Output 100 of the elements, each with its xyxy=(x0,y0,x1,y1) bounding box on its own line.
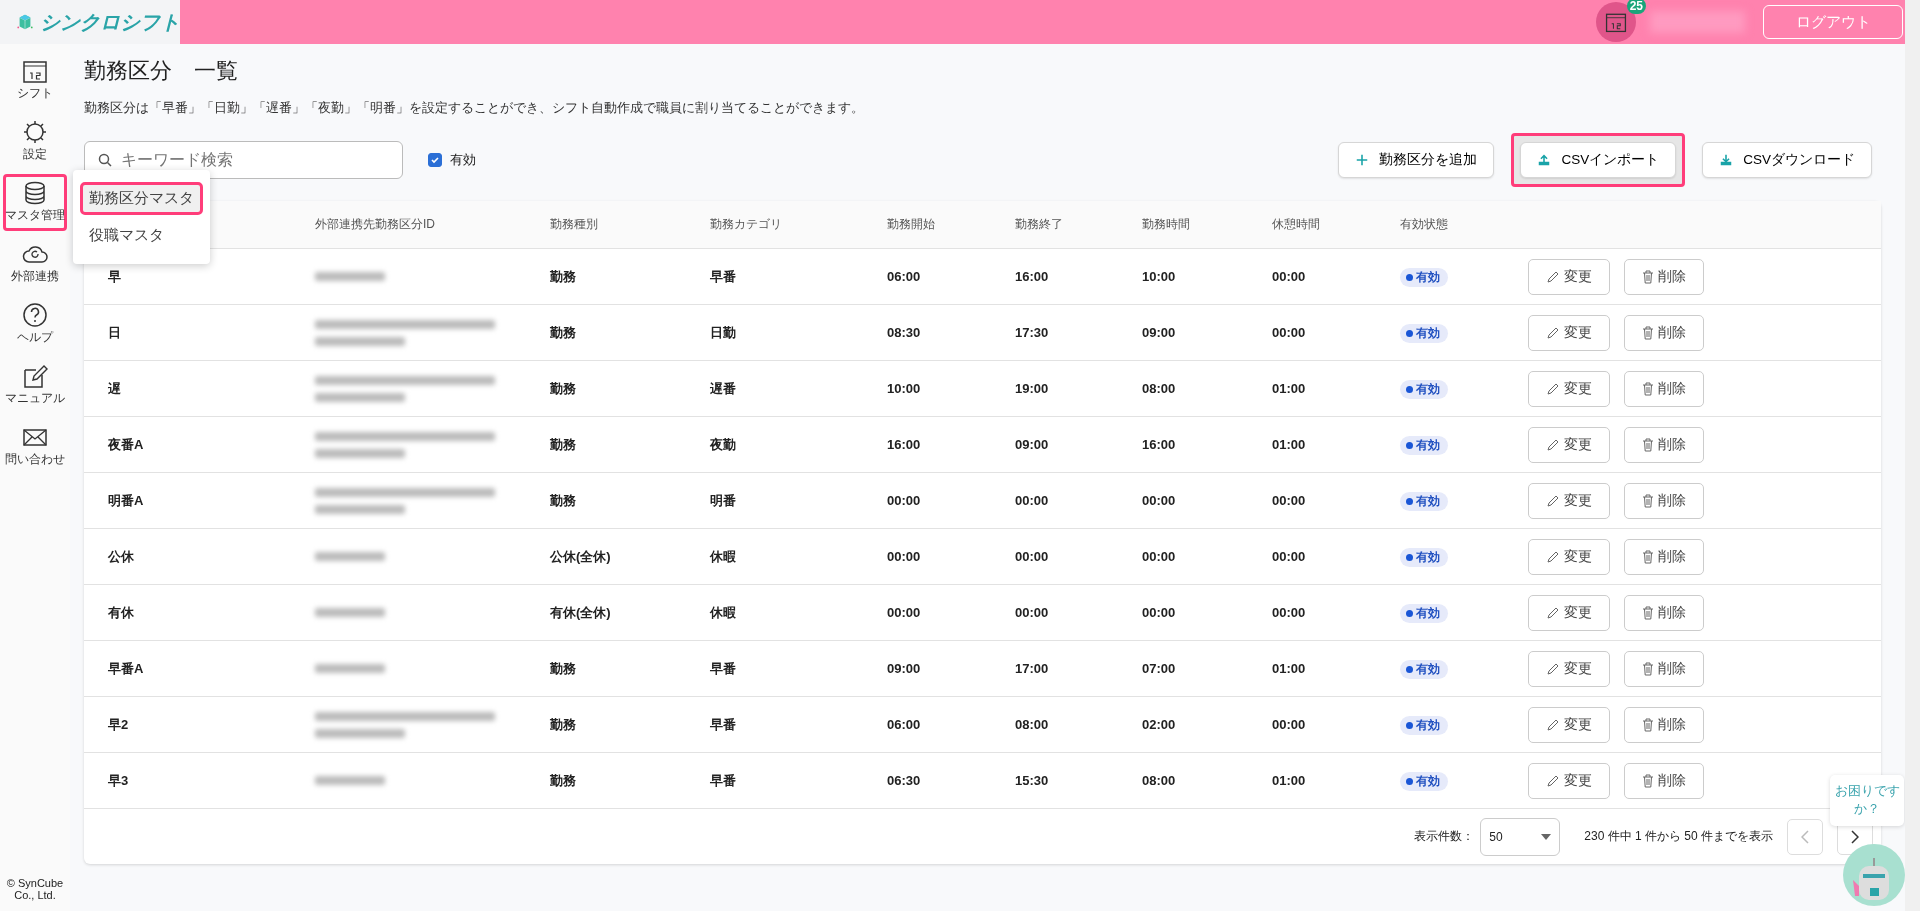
table-cell-text: 16:00 xyxy=(1142,437,1177,452)
column-header: 休憩時間 xyxy=(1272,216,1321,233)
edit-button[interactable]: 変更 xyxy=(1528,370,1610,407)
menu-item[interactable]: 勤務区分マスタ xyxy=(80,182,203,215)
delete-button[interactable]: 削除 xyxy=(1624,314,1704,351)
table-cell-text: 16:00 xyxy=(1015,269,1050,284)
table-cell-text: 早3 xyxy=(108,771,130,790)
table-cell-text: 早2 xyxy=(108,715,130,734)
table-cell-text: 01:00 xyxy=(1272,773,1307,788)
table-cell-text: 休暇 xyxy=(710,547,737,566)
sidebar-item[interactable]: マニュアル xyxy=(3,357,67,414)
table-cell-text: 15:30 xyxy=(1015,773,1050,788)
edit-button[interactable]: 変更 xyxy=(1528,482,1610,519)
table-cell-text: 00:00 xyxy=(887,549,922,564)
table-cell-text: 公休 xyxy=(108,547,135,566)
add-button[interactable]: 勤務区分を追加 xyxy=(1338,142,1495,178)
delete-button[interactable]: 削除 xyxy=(1624,650,1704,687)
trash-icon xyxy=(1642,437,1654,452)
edit-button[interactable]: 変更 xyxy=(1528,426,1610,463)
status-badge: 有効 xyxy=(1400,435,1448,455)
checkmark-icon xyxy=(430,155,440,165)
table-cell-text: 日勤 xyxy=(710,323,737,342)
table-cell-text: 日 xyxy=(108,323,122,342)
delete-button[interactable]: 削除 xyxy=(1624,594,1704,631)
table-cell-text: 早番 xyxy=(710,659,737,678)
table-cell-text: 勤務 xyxy=(550,715,577,734)
table-cell-text: 00:00 xyxy=(1142,493,1177,508)
delete-button[interactable]: 削除 xyxy=(1624,258,1704,295)
delete-button[interactable]: 削除 xyxy=(1624,482,1704,519)
delete-button[interactable]: 削除 xyxy=(1624,538,1704,575)
edit-button[interactable]: 変更 xyxy=(1528,258,1610,295)
trash-icon xyxy=(1642,549,1654,564)
table-cell-text: 17:30 xyxy=(1015,325,1050,340)
delete-button[interactable]: 削除 xyxy=(1624,706,1704,743)
table-cell-text: 02:00 xyxy=(1142,717,1177,732)
table-cell-text: 公休(全休) xyxy=(550,547,612,566)
status-badge: 有効 xyxy=(1400,379,1448,399)
checkbox[interactable] xyxy=(428,153,442,167)
pencil-icon xyxy=(1546,549,1560,564)
edit-button[interactable]: 変更 xyxy=(1528,650,1610,687)
import-button[interactable]: CSVインポート xyxy=(1520,142,1677,178)
edit-button[interactable]: 変更 xyxy=(1528,706,1610,743)
plus-icon xyxy=(1355,153,1370,167)
redacted-text xyxy=(315,776,385,785)
sidebar-item[interactable]: 設定 xyxy=(3,113,67,170)
help-icon xyxy=(21,301,49,329)
table-cell-text: 10:00 xyxy=(1142,269,1177,284)
table-cell-text: 00:00 xyxy=(1272,269,1307,284)
table-cell-text: 17:00 xyxy=(1015,661,1050,676)
search-field[interactable]: キーワード検索 xyxy=(84,141,403,179)
table-cell-text: 00:00 xyxy=(1272,325,1307,340)
status-badge: 有効 xyxy=(1400,323,1448,343)
trash-icon xyxy=(1642,605,1654,620)
robot-avatar-icon[interactable] xyxy=(1843,844,1905,906)
delete-button[interactable]: 削除 xyxy=(1624,762,1704,799)
table-cell-text: 01:00 xyxy=(1272,661,1307,676)
edit-button[interactable]: 変更 xyxy=(1528,762,1610,799)
table-cell-text: 06:30 xyxy=(887,773,922,788)
trash-icon xyxy=(1642,661,1654,676)
sidebar-item[interactable]: 外部連携 xyxy=(3,235,67,292)
search-icon xyxy=(98,153,112,167)
table-cell-text: 明番A xyxy=(108,491,145,510)
per-page-label: 表示件数： xyxy=(1414,828,1475,845)
delete-button[interactable]: 削除 xyxy=(1624,370,1704,407)
table-cell-text: 夜番A xyxy=(108,435,145,454)
table-cell-text: 勤務 xyxy=(550,267,577,286)
table-cell-text: 有休(全休) xyxy=(550,603,612,622)
table-cell-text: 勤務 xyxy=(550,379,577,398)
dropdown-caret-icon xyxy=(1541,833,1552,840)
column-header: 有効状態 xyxy=(1400,216,1449,233)
edit-button[interactable]: 変更 xyxy=(1528,594,1610,631)
table-cell-text: 早番A xyxy=(108,659,145,678)
menu-item[interactable]: 役職マスタ xyxy=(80,219,203,252)
page-title: 勤務区分 一覧 xyxy=(84,57,239,85)
sidebar-item[interactable]: ヘルプ xyxy=(3,296,67,353)
table-cell-text: 勤務 xyxy=(550,323,577,342)
redacted-text xyxy=(315,272,385,281)
pencil-icon xyxy=(1546,773,1560,788)
column-header: 勤務終了 xyxy=(1015,216,1064,233)
redacted-text xyxy=(315,664,385,673)
sidebar-item[interactable]: シフト xyxy=(3,52,67,109)
download-button[interactable]: CSVダウンロード xyxy=(1702,142,1872,178)
delete-button[interactable]: 削除 xyxy=(1624,426,1704,463)
sidebar-item[interactable]: 問い合わせ xyxy=(3,418,67,475)
table-cell-text: 08:00 xyxy=(1142,381,1177,396)
scrollbar[interactable] xyxy=(1905,0,1920,911)
table-cell-text: 勤務 xyxy=(550,659,577,678)
trash-icon xyxy=(1642,381,1654,396)
per-page-select[interactable]: 50 xyxy=(1480,817,1561,856)
edit-button[interactable]: 変更 xyxy=(1528,538,1610,575)
table-cell-text: 06:00 xyxy=(887,717,922,732)
redacted-text xyxy=(315,608,385,617)
table-cell-text: 08:00 xyxy=(1142,773,1177,788)
redacted-text xyxy=(315,552,385,561)
edit-button[interactable]: 変更 xyxy=(1528,314,1610,351)
status-badge: 有効 xyxy=(1400,715,1448,735)
table-cell-text: 00:00 xyxy=(1015,493,1050,508)
trash-icon xyxy=(1642,717,1654,732)
checkbox-label: 有効 xyxy=(450,151,476,169)
table-cell-text: 00:00 xyxy=(887,605,922,620)
